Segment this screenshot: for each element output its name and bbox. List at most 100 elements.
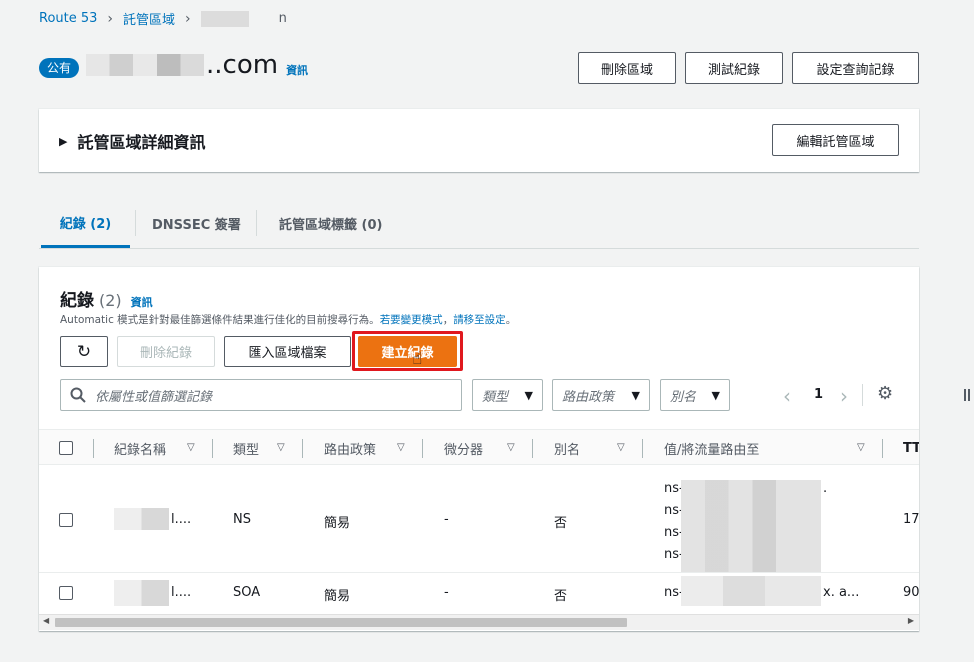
query-logging-button[interactable]: 設定查詢記錄 bbox=[792, 52, 919, 84]
record-ttl: 17 bbox=[903, 512, 919, 527]
col-header-type[interactable]: 類型 bbox=[233, 430, 259, 466]
col-separator bbox=[422, 439, 423, 458]
scroll-left-icon[interactable]: ◀ bbox=[43, 616, 49, 625]
breadcrumb-route53[interactable]: Route 53 bbox=[39, 11, 97, 26]
tab-records[interactable]: 紀錄 (2) bbox=[41, 199, 130, 248]
search-icon bbox=[70, 387, 86, 403]
col-separator bbox=[532, 439, 533, 458]
caret-down-icon: ▼ bbox=[631, 388, 640, 402]
record-differentiator: - bbox=[444, 512, 449, 527]
details-toggle[interactable]: ▶ 託管區域詳細資訊 bbox=[59, 129, 205, 153]
redacted-block bbox=[681, 576, 821, 606]
record-alias: 否 bbox=[554, 589, 568, 604]
table-row[interactable]: l.... SOA 簡易 - 否 ns- x. a... 90 bbox=[39, 574, 919, 614]
record-ttl: 90 bbox=[903, 585, 919, 600]
gear-icon[interactable]: ⚙ bbox=[877, 383, 893, 404]
description-text: Automatic 模式是針對最佳篩選條件結果進行佳化的目前搜尋行為。 bbox=[60, 314, 380, 326]
col-header-value[interactable]: 值/將流量路由至 bbox=[664, 430, 759, 466]
page-number[interactable]: 1 bbox=[814, 387, 823, 402]
delete-record-button[interactable]: 刪除紀錄 bbox=[117, 336, 215, 367]
description-end: 。 bbox=[505, 314, 517, 326]
records-title: 紀錄 bbox=[60, 291, 94, 311]
alias-filter[interactable]: 別名 ▼ bbox=[660, 379, 730, 411]
redacted-block bbox=[200, 10, 249, 27]
zone-name: ..com bbox=[206, 50, 279, 80]
type-filter[interactable]: 類型 ▼ bbox=[472, 379, 543, 411]
sort-caret-icon[interactable]: ▽ bbox=[857, 442, 865, 453]
record-value-suffix: x. a... bbox=[823, 585, 860, 600]
edit-zone-button[interactable]: 編輯託管區域 bbox=[772, 124, 899, 156]
breadcrumb-current-text: n bbox=[278, 11, 287, 26]
scrollbar-thumb[interactable] bbox=[55, 618, 627, 627]
col-header-name[interactable]: 紀錄名稱 bbox=[114, 430, 166, 466]
sort-caret-icon[interactable]: ▽ bbox=[397, 442, 405, 453]
sort-caret-icon[interactable]: ▽ bbox=[187, 442, 195, 453]
col-header-policy[interactable]: 路由政策 bbox=[324, 430, 376, 466]
create-record-button[interactable]: 建立紀錄 bbox=[358, 336, 457, 367]
test-record-button[interactable]: 測試紀錄 bbox=[685, 52, 783, 84]
redacted-block bbox=[86, 54, 204, 76]
col-header-ttl[interactable]: TT bbox=[903, 430, 919, 466]
tab-bar: 紀錄 (2) DNSSEC 簽署 託管區域標籤 (0) bbox=[39, 199, 919, 249]
col-separator bbox=[93, 439, 94, 458]
col-header-alias[interactable]: 別名 bbox=[554, 430, 580, 466]
type-filter-label: 類型 bbox=[482, 389, 509, 405]
record-value-suffix: . bbox=[823, 481, 828, 496]
prev-page-icon[interactable]: ‹ bbox=[783, 384, 791, 408]
search-input[interactable]: 依屬性或值篩選記錄 bbox=[60, 379, 462, 411]
resize-handle-icon[interactable] bbox=[964, 389, 970, 401]
sort-caret-icon[interactable]: ▽ bbox=[617, 442, 625, 453]
create-record-label: 建立紀錄 bbox=[381, 346, 434, 361]
delete-zone-button[interactable]: 刪除區域 bbox=[578, 52, 676, 84]
next-page-icon[interactable]: › bbox=[840, 384, 848, 408]
change-mode-link[interactable]: 若要變更模式 bbox=[380, 314, 443, 326]
row-checkbox[interactable] bbox=[59, 586, 73, 600]
col-separator bbox=[882, 439, 883, 458]
breadcrumb-hosted-zones[interactable]: 託管區域 bbox=[123, 9, 175, 28]
record-differentiator: - bbox=[444, 585, 449, 600]
breadcrumb: Route 53 › 託管區域 › n bbox=[39, 9, 287, 28]
record-type: NS bbox=[233, 512, 251, 527]
record-type: SOA bbox=[233, 585, 261, 600]
chevron-right-icon: › bbox=[107, 10, 114, 27]
record-policy: 簡易 bbox=[324, 589, 351, 604]
search-mode-description: Automatic 模式是針對最佳篩選條件結果進行佳化的目前搜尋行為。若要變更模… bbox=[60, 312, 516, 327]
select-all-checkbox[interactable] bbox=[59, 441, 73, 455]
record-name[interactable]: l.... bbox=[171, 585, 191, 600]
sort-caret-icon[interactable]: ▽ bbox=[277, 442, 285, 453]
chevron-right-icon: › bbox=[185, 10, 191, 27]
page-title: ..com 資訊 bbox=[86, 50, 308, 80]
col-separator bbox=[302, 439, 303, 458]
scroll-right-icon[interactable]: ▶ bbox=[908, 616, 914, 625]
col-header-differentiator[interactable]: 微分器 bbox=[444, 430, 483, 466]
policy-filter[interactable]: 路由政策 ▼ bbox=[552, 379, 650, 411]
sort-caret-icon[interactable]: ▽ bbox=[507, 442, 515, 453]
records-panel: 紀錄 (2) 資訊 Automatic 模式是針對最佳篩選條件結果進行佳化的目前… bbox=[39, 267, 919, 631]
redacted-block bbox=[681, 480, 821, 572]
col-separator bbox=[642, 439, 643, 458]
search-placeholder: 依屬性或值篩選記錄 bbox=[95, 389, 213, 405]
records-header: 紀錄 (2) 資訊 bbox=[60, 286, 153, 311]
info-link[interactable]: 資訊 bbox=[286, 62, 308, 78]
settings-link[interactable]: 請移至設定 bbox=[453, 314, 506, 326]
refresh-button[interactable]: ↻ bbox=[60, 336, 108, 367]
table-header: 紀錄名稱 ▽ 類型 ▽ 路由政策 ▽ 微分器 ▽ 別名 ▽ 值/將流量路由至 ▽… bbox=[39, 429, 919, 465]
redacted-block bbox=[114, 508, 169, 530]
divider bbox=[862, 384, 863, 406]
col-separator bbox=[212, 439, 213, 458]
tab-dnssec[interactable]: DNSSEC 簽署 bbox=[152, 199, 241, 248]
description-separator: ， bbox=[442, 314, 454, 326]
row-checkbox[interactable] bbox=[59, 513, 73, 527]
records-info-link[interactable]: 資訊 bbox=[131, 294, 153, 310]
record-name[interactable]: l.... bbox=[171, 512, 191, 527]
caret-down-icon: ▼ bbox=[524, 388, 533, 402]
refresh-icon: ↻ bbox=[76, 341, 92, 362]
import-zone-file-button[interactable]: 匯入區域檔案 bbox=[224, 336, 351, 367]
horizontal-scrollbar[interactable]: ◀ ▶ bbox=[39, 614, 919, 630]
table-row[interactable]: l.... NS 簡易 - 否 ns- ns- ns- ns- . 17 bbox=[39, 466, 919, 573]
cursor-hand-icon: ☝ bbox=[412, 349, 423, 369]
caret-right-icon: ▶ bbox=[59, 134, 68, 148]
breadcrumb-current: n bbox=[200, 10, 287, 27]
tab-tags[interactable]: 託管區域標籤 (0) bbox=[279, 199, 382, 248]
details-title: 託管區域詳細資訊 bbox=[77, 133, 206, 152]
